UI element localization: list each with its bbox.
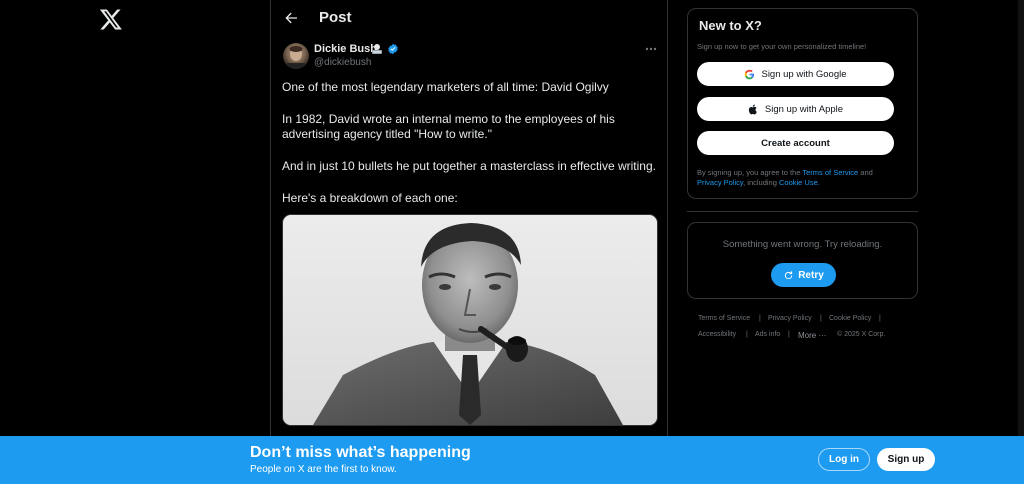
footer-copyright: © 2025 X Corp. (837, 331, 886, 338)
signup-apple-button[interactable]: Sign up with Apple (697, 97, 894, 121)
tweet-text-line: And in just 10 bullets he put together a… (282, 159, 656, 173)
tweet-text-line: One of the most legendary marketers of a… (282, 80, 609, 94)
login-label: Log in (829, 454, 859, 465)
terms-link[interactable]: Terms of Service (802, 168, 858, 177)
scrollbar[interactable] (1018, 0, 1024, 436)
post-column: Post Dickie Bush @dickiebush One of the … (270, 0, 668, 484)
footer-privacy-link[interactable]: Privacy Policy (768, 315, 812, 322)
footer-separator: | (879, 315, 881, 322)
avatar[interactable] (283, 43, 309, 69)
signup-google-label: Sign up with Google (761, 68, 847, 80)
author-handle[interactable]: @dickiebush (314, 57, 371, 68)
tweet-text-line: In 1982, David wrote an internal memo to… (282, 112, 615, 126)
create-account-button[interactable]: Create account (697, 131, 894, 155)
cookie-link[interactable]: Cookie Use. (779, 178, 820, 187)
error-card: Something went wrong. Try reloading. Ret… (687, 222, 918, 299)
refresh-icon (785, 270, 793, 279)
create-account-label: Create account (761, 137, 830, 149)
legal-including: , including (743, 178, 779, 187)
post-header: Post (271, 0, 667, 36)
privacy-link[interactable]: Privacy Policy (697, 178, 743, 187)
footer-separator: | (759, 315, 761, 322)
retry-button[interactable]: Retry (771, 263, 836, 287)
login-banner: Don’t miss what’s happening People on X … (0, 436, 1024, 484)
footer-more-link[interactable]: More ··· (798, 331, 826, 340)
banner-title: Don’t miss what’s happening (250, 444, 471, 461)
signup-google-button[interactable]: Sign up with Google (697, 62, 894, 86)
x-logo-icon[interactable] (99, 7, 123, 31)
signup-apple-label: Sign up with Apple (764, 103, 844, 115)
error-message: Something went wrong. Try reloading. (722, 239, 883, 250)
legal-and: and (858, 168, 873, 177)
tweet-text-line: Here's a breakdown of each one: (282, 191, 458, 205)
banner-subtitle: People on X are the first to know. (250, 464, 397, 475)
author-name[interactable]: Dickie Bush (314, 43, 377, 55)
retry-label: Retry (798, 269, 824, 281)
footer-separator: | (788, 331, 790, 338)
signup-legal-text: By signing up, you agree to the Terms of… (697, 168, 909, 188)
page-title: Post (319, 9, 352, 26)
footer-separator: | (746, 331, 748, 338)
signup-card: New to X? Sign up now to get your own pe… (687, 8, 918, 199)
footer-separator: | (820, 315, 822, 322)
login-button[interactable]: Log in (818, 448, 870, 471)
footer-terms-link[interactable]: Terms of Service (698, 315, 750, 322)
verified-badge-icon (388, 43, 398, 55)
signup-label: Sign up (887, 454, 925, 465)
footer-accessibility-link[interactable]: Accessibility (698, 331, 736, 338)
more-icon[interactable] (644, 43, 658, 55)
apple-icon (748, 104, 757, 114)
signup-title: New to X? (699, 18, 762, 33)
tweet-text-line: advertising agency titled "How to write.… (282, 127, 492, 141)
google-icon (745, 69, 755, 79)
footer-cookie-link[interactable]: Cookie Policy (829, 315, 871, 322)
tweet-photo[interactable] (282, 214, 658, 426)
footer-ads-link[interactable]: Ads info (755, 331, 780, 338)
writing-emoji-icon (372, 44, 382, 54)
signup-subtitle: Sign up now to get your own personalized… (697, 42, 867, 51)
legal-prefix: By signing up, you agree to the (697, 168, 803, 177)
back-arrow-icon[interactable] (283, 10, 299, 26)
signup-button[interactable]: Sign up (877, 448, 935, 471)
sidebar-divider (687, 211, 918, 212)
